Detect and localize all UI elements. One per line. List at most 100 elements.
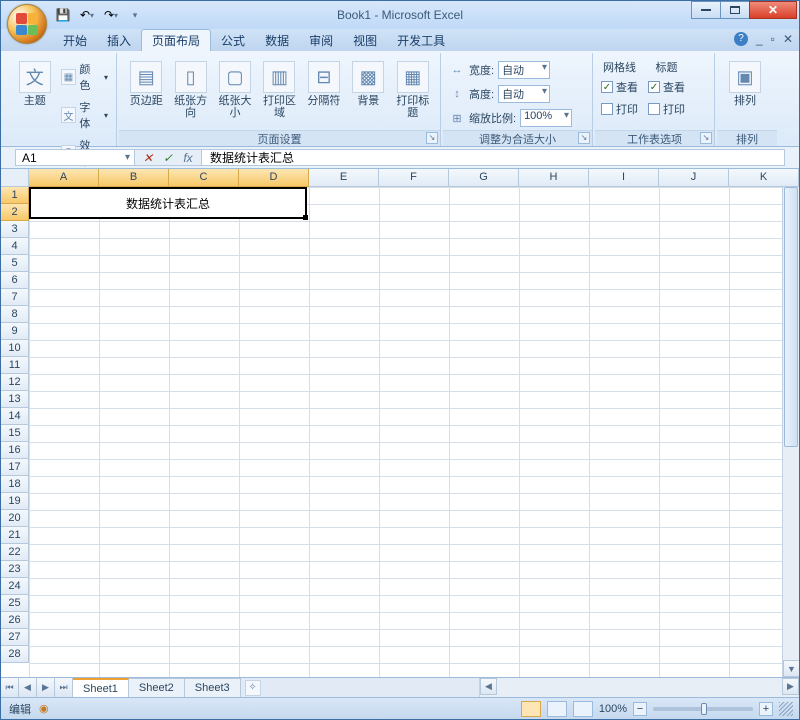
tab-home[interactable]: 开始 bbox=[53, 30, 97, 51]
print-area-button[interactable]: ▥打印区域 bbox=[258, 59, 300, 121]
select-all-corner[interactable] bbox=[1, 169, 29, 187]
row-header-5[interactable]: 5 bbox=[1, 255, 29, 272]
sheet-tab-3[interactable]: Sheet3 bbox=[185, 678, 241, 697]
breaks-button[interactable]: ⊟分隔符 bbox=[303, 59, 345, 109]
orientation-button[interactable]: ▯纸张方向 bbox=[169, 59, 211, 121]
scale-spinner[interactable]: 100% bbox=[520, 109, 572, 127]
next-sheet-button[interactable]: ▶ bbox=[37, 678, 55, 697]
height-combo[interactable]: 自动 bbox=[498, 85, 550, 103]
minimize-ribbon-icon[interactable]: _ bbox=[756, 32, 763, 46]
page-break-view-button[interactable] bbox=[573, 701, 593, 717]
row-header-24[interactable]: 24 bbox=[1, 578, 29, 595]
cancel-button[interactable]: ✕ bbox=[139, 150, 157, 166]
maximize-button[interactable] bbox=[720, 1, 750, 19]
first-sheet-button[interactable]: ⏮ bbox=[1, 678, 19, 697]
row-header-2[interactable]: 2 bbox=[1, 204, 29, 221]
row-header-6[interactable]: 6 bbox=[1, 272, 29, 289]
theme-colors[interactable]: ▦颜色▾ bbox=[59, 59, 110, 95]
row-header-13[interactable]: 13 bbox=[1, 391, 29, 408]
row-header-15[interactable]: 15 bbox=[1, 425, 29, 442]
qat-redo[interactable]: ↷▾ bbox=[101, 5, 121, 25]
size-button[interactable]: ▢纸张大小 bbox=[214, 59, 256, 121]
print-titles-button[interactable]: ▦打印标题 bbox=[392, 59, 434, 121]
gridlines-print-check[interactable]: 打印 bbox=[601, 99, 638, 119]
normal-view-button[interactable] bbox=[521, 701, 541, 717]
row-header-25[interactable]: 25 bbox=[1, 595, 29, 612]
row-header-4[interactable]: 4 bbox=[1, 238, 29, 255]
qat-undo[interactable]: ↶▾ bbox=[77, 5, 97, 25]
row-header-27[interactable]: 27 bbox=[1, 629, 29, 646]
close-workbook-icon[interactable]: ✕ bbox=[783, 32, 793, 46]
arrange-button[interactable]: ▣排列 bbox=[723, 59, 767, 109]
col-header-B[interactable]: B bbox=[99, 169, 169, 187]
qat-save[interactable]: 💾 bbox=[53, 5, 73, 25]
row-header-7[interactable]: 7 bbox=[1, 289, 29, 306]
tab-developer[interactable]: 开发工具 bbox=[387, 30, 455, 51]
col-header-H[interactable]: H bbox=[519, 169, 589, 187]
horizontal-scrollbar[interactable]: ◀ ▶ bbox=[479, 678, 799, 697]
row-header-10[interactable]: 10 bbox=[1, 340, 29, 357]
width-combo[interactable]: 自动 bbox=[498, 61, 550, 79]
tab-insert[interactable]: 插入 bbox=[97, 30, 141, 51]
zoom-in-button[interactable]: + bbox=[759, 702, 773, 716]
close-button[interactable]: ✕ bbox=[749, 1, 797, 19]
fx-button[interactable]: fx bbox=[179, 150, 197, 166]
prev-sheet-button[interactable]: ◀ bbox=[19, 678, 37, 697]
qat-customize[interactable]: ▾ bbox=[125, 5, 145, 25]
tab-view[interactable]: 视图 bbox=[343, 30, 387, 51]
last-sheet-button[interactable]: ⏭ bbox=[55, 678, 73, 697]
help-icon[interactable]: ? bbox=[734, 32, 748, 46]
tab-page-layout[interactable]: 页面布局 bbox=[141, 29, 211, 51]
col-header-D[interactable]: D bbox=[239, 169, 309, 187]
row-header-22[interactable]: 22 bbox=[1, 544, 29, 561]
new-sheet-button[interactable]: ✧ bbox=[241, 678, 265, 697]
row-header-18[interactable]: 18 bbox=[1, 476, 29, 493]
row-header-21[interactable]: 21 bbox=[1, 527, 29, 544]
themes-button[interactable]: 文 主题 bbox=[13, 59, 57, 109]
zoom-out-button[interactable]: − bbox=[633, 702, 647, 716]
row-header-26[interactable]: 26 bbox=[1, 612, 29, 629]
zoom-slider[interactable] bbox=[653, 707, 753, 711]
row-header-9[interactable]: 9 bbox=[1, 323, 29, 340]
scroll-down-icon[interactable]: ▼ bbox=[783, 660, 799, 677]
sheet-tab-1[interactable]: Sheet1 bbox=[73, 678, 129, 697]
headings-view-check[interactable]: ✓查看 bbox=[648, 77, 685, 97]
resize-grip[interactable] bbox=[779, 702, 793, 716]
col-header-J[interactable]: J bbox=[659, 169, 729, 187]
merged-cell-a1-d2[interactable]: 数据统计表汇总 bbox=[29, 187, 307, 219]
row-header-20[interactable]: 20 bbox=[1, 510, 29, 527]
col-header-C[interactable]: C bbox=[169, 169, 239, 187]
scroll-left-icon[interactable]: ◀ bbox=[480, 678, 497, 695]
row-header-16[interactable]: 16 bbox=[1, 442, 29, 459]
row-header-3[interactable]: 3 bbox=[1, 221, 29, 238]
col-header-F[interactable]: F bbox=[379, 169, 449, 187]
row-header-1[interactable]: 1 bbox=[1, 187, 29, 204]
scalefit-launcher[interactable]: ↘ bbox=[578, 132, 590, 144]
restore-workbook-icon[interactable]: ▫ bbox=[771, 32, 775, 46]
tab-formulas[interactable]: 公式 bbox=[211, 30, 255, 51]
cells-grid[interactable]: 数据统计表汇总 bbox=[29, 187, 799, 677]
zoom-level[interactable]: 100% bbox=[599, 703, 627, 715]
fill-handle[interactable] bbox=[303, 215, 308, 220]
row-header-19[interactable]: 19 bbox=[1, 493, 29, 510]
col-header-K[interactable]: K bbox=[729, 169, 799, 187]
formula-input[interactable]: 数据统计表汇总 bbox=[202, 149, 785, 166]
office-button[interactable] bbox=[7, 4, 47, 44]
col-header-I[interactable]: I bbox=[589, 169, 659, 187]
col-header-G[interactable]: G bbox=[449, 169, 519, 187]
pagesetup-launcher[interactable]: ↘ bbox=[426, 132, 438, 144]
margins-button[interactable]: ▤页边距 bbox=[125, 59, 167, 109]
row-header-17[interactable]: 17 bbox=[1, 459, 29, 476]
page-layout-view-button[interactable] bbox=[547, 701, 567, 717]
gridlines-view-check[interactable]: ✓查看 bbox=[601, 77, 638, 97]
row-header-12[interactable]: 12 bbox=[1, 374, 29, 391]
row-header-28[interactable]: 28 bbox=[1, 646, 29, 663]
headings-print-check[interactable]: 打印 bbox=[648, 99, 685, 119]
minimize-button[interactable] bbox=[691, 1, 721, 19]
row-header-11[interactable]: 11 bbox=[1, 357, 29, 374]
macro-record-icon[interactable]: ◉ bbox=[39, 702, 49, 715]
enter-button[interactable]: ✓ bbox=[159, 150, 177, 166]
background-button[interactable]: ▩背景 bbox=[347, 59, 389, 109]
col-header-E[interactable]: E bbox=[309, 169, 379, 187]
tab-data[interactable]: 数据 bbox=[255, 30, 299, 51]
